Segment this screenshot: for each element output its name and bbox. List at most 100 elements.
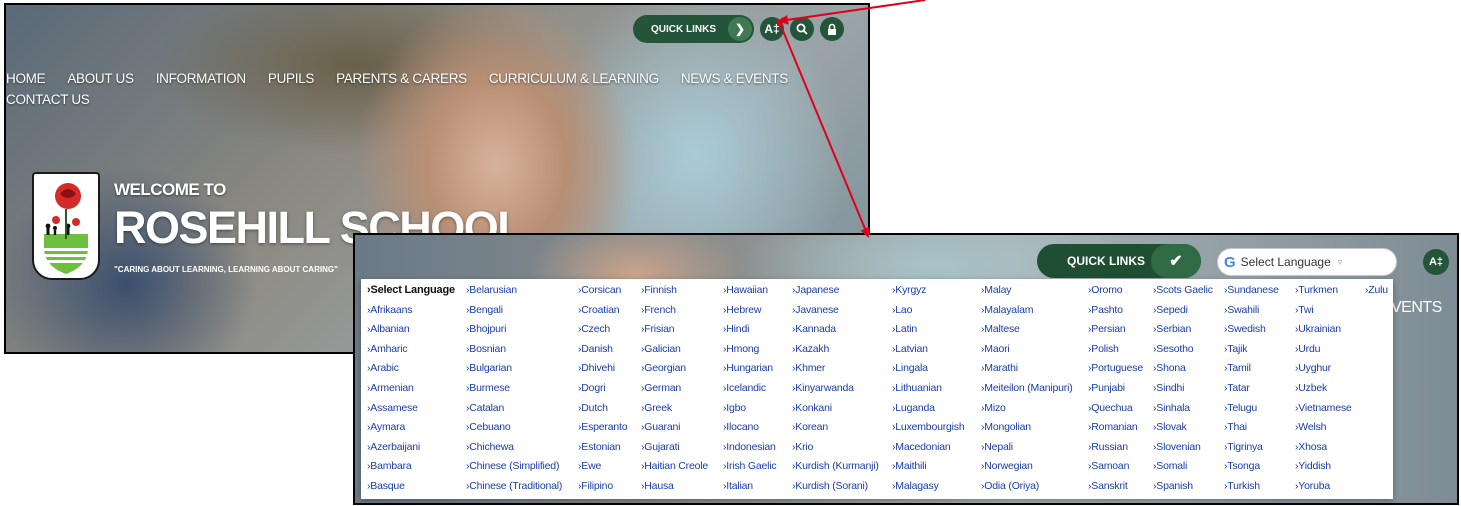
language-option[interactable]: ›Sindhi [1153, 382, 1184, 394]
language-option[interactable]: ›Frisian [641, 323, 675, 335]
language-option[interactable]: ›Croatian [578, 304, 620, 316]
language-option[interactable]: ›Turkish [1224, 480, 1260, 492]
language-option[interactable]: ›Hmong [723, 343, 759, 355]
language-option[interactable]: ›Bosnian [466, 343, 506, 355]
language-option[interactable]: ›Javanese [792, 304, 839, 316]
language-option[interactable]: ›Marathi [981, 362, 1018, 374]
language-option[interactable]: ›Korean [792, 421, 828, 433]
language-option[interactable]: ›Pashto [1088, 304, 1123, 316]
language-option[interactable]: ›Slovak [1153, 421, 1187, 433]
language-option[interactable]: ›Lithuanian [892, 382, 942, 394]
language-option[interactable]: ›Corsican [578, 284, 621, 296]
language-option[interactable]: ›Malagasy [892, 480, 939, 492]
language-option[interactable]: ›Somali [1153, 460, 1187, 472]
language-option[interactable]: ›Tatar [1224, 382, 1250, 394]
language-option[interactable]: ›Hindi [723, 323, 749, 335]
language-option[interactable]: ›Swedish [1224, 323, 1266, 335]
language-option[interactable]: ›Portuguese [1088, 362, 1143, 374]
language-option[interactable]: ›Persian [1088, 323, 1126, 335]
language-option[interactable]: ›Amharic [367, 343, 408, 355]
language-option[interactable]: ›Mongolian [981, 421, 1031, 433]
language-option[interactable]: ›Arabic [367, 362, 399, 374]
language-option[interactable]: ›Odia (Oriya) [981, 480, 1039, 492]
language-option[interactable]: ›Kazakh [792, 343, 829, 355]
language-option[interactable]: ›Catalan [466, 402, 504, 414]
language-option[interactable]: ›Afrikaans [367, 304, 412, 316]
search-icon[interactable] [790, 17, 814, 41]
language-option[interactable]: ›Chinese (Traditional) [466, 480, 562, 492]
language-option[interactable]: ›Scots Gaelic [1153, 284, 1213, 296]
quick-links-button[interactable]: QUICK LINKS ✔ [1037, 244, 1201, 278]
language-option[interactable]: ›Norwegian [981, 460, 1033, 472]
language-option[interactable]: ›Zulu [1365, 284, 1388, 296]
language-option[interactable]: ›Gujarati [641, 441, 680, 453]
language-option[interactable]: ›Vietnamese [1295, 402, 1352, 414]
language-option[interactable]: ›Samoan [1088, 460, 1129, 472]
language-option[interactable]: ›Esperanto [578, 421, 628, 433]
language-option[interactable]: ›Hebrew [723, 304, 761, 316]
language-option[interactable]: ›Aymara [367, 421, 405, 433]
language-option[interactable]: ›Macedonian [892, 441, 951, 453]
language-option[interactable]: ›Malay [981, 284, 1012, 296]
language-option[interactable]: ›Ukrainian [1295, 323, 1341, 335]
school-crest-logo[interactable] [32, 172, 100, 280]
language-option[interactable]: ›Maori [981, 343, 1010, 355]
language-option[interactable]: ›Slovenian [1153, 441, 1201, 453]
language-option[interactable]: ›Mizo [981, 402, 1006, 414]
language-option[interactable]: ›Japanese [792, 284, 839, 296]
language-option[interactable]: ›Georgian [641, 362, 686, 374]
language-option[interactable]: ›French [641, 304, 676, 316]
language-option[interactable]: ›Russian [1088, 441, 1128, 453]
nav-item-home[interactable]: HOME [6, 71, 46, 86]
language-option[interactable]: ›Spanish [1153, 480, 1193, 492]
language-option[interactable]: ›Cebuano [466, 421, 511, 433]
language-option[interactable]: ›Albanian [367, 323, 410, 335]
translate-icon[interactable]: A‡ [760, 17, 784, 41]
language-option[interactable]: ›Finnish [641, 284, 677, 296]
language-option[interactable]: ›Turkmen [1295, 284, 1338, 296]
language-option[interactable]: ›Hungarian [723, 362, 773, 374]
google-translate-language-select[interactable]: G Select Language ▿ [1217, 248, 1397, 276]
language-option[interactable]: ›Tsonga [1224, 460, 1260, 472]
language-option[interactable]: ›Nepali [981, 441, 1013, 453]
language-option[interactable]: ›Italian [723, 480, 753, 492]
nav-item-contact-us[interactable]: CONTACT US [6, 92, 90, 107]
language-option[interactable]: ›Krio [792, 441, 813, 453]
language-option[interactable]: ›Punjabi [1088, 382, 1125, 394]
language-option[interactable]: ›Urdu [1295, 343, 1320, 355]
language-option[interactable]: ›Kurdish (Sorani) [792, 480, 868, 492]
language-option[interactable]: ›Khmer [792, 362, 825, 374]
language-option[interactable]: ›Irish Gaelic [723, 460, 777, 472]
language-option[interactable]: ›Xhosa [1295, 441, 1327, 453]
language-option[interactable]: ›Dogri [578, 382, 606, 394]
language-option[interactable]: ›Belarusian [466, 284, 517, 296]
language-option[interactable]: ›Basque [367, 480, 405, 492]
language-option[interactable]: ›Sanskrit [1088, 480, 1128, 492]
language-option[interactable]: ›Dutch [578, 402, 608, 414]
language-option[interactable]: ›German [641, 382, 681, 394]
nav-item-information[interactable]: INFORMATION [156, 71, 247, 86]
language-option[interactable]: ›Galician [641, 343, 681, 355]
language-option[interactable]: ›Luxembourgish [892, 421, 965, 433]
language-option[interactable]: ›Azerbaijani [367, 441, 420, 453]
language-option[interactable]: ›Czech [578, 323, 610, 335]
lock-icon[interactable] [820, 17, 844, 41]
language-option[interactable]: ›Bulgarian [466, 362, 512, 374]
language-option[interactable]: ›Quechua [1088, 402, 1133, 414]
nav-item-news-events-fragment[interactable]: VENTS [1391, 299, 1442, 317]
language-option[interactable]: ›Bengali [466, 304, 503, 316]
language-option[interactable]: ›Shona [1153, 362, 1186, 374]
nav-item-parents-carers[interactable]: PARENTS & CARERS [336, 71, 467, 86]
language-option[interactable]: ›Oromo [1088, 284, 1123, 296]
language-option[interactable]: ›Assamese [367, 402, 418, 414]
language-option[interactable]: ›Kurdish (Kurmanji) [792, 460, 879, 472]
language-option[interactable]: ›Yoruba [1295, 480, 1330, 492]
language-option[interactable]: ›Kannada [792, 323, 836, 335]
language-option[interactable]: ›Armenian [367, 382, 414, 394]
language-option[interactable]: ›Romanian [1088, 421, 1138, 433]
language-option[interactable]: ›Chinese (Simplified) [466, 460, 559, 472]
language-option[interactable]: ›Swahili [1224, 304, 1259, 316]
language-option[interactable]: ›Malayalam [981, 304, 1033, 316]
language-option[interactable]: ›Ilocano [723, 421, 759, 433]
language-option[interactable]: ›Greek [641, 402, 672, 414]
